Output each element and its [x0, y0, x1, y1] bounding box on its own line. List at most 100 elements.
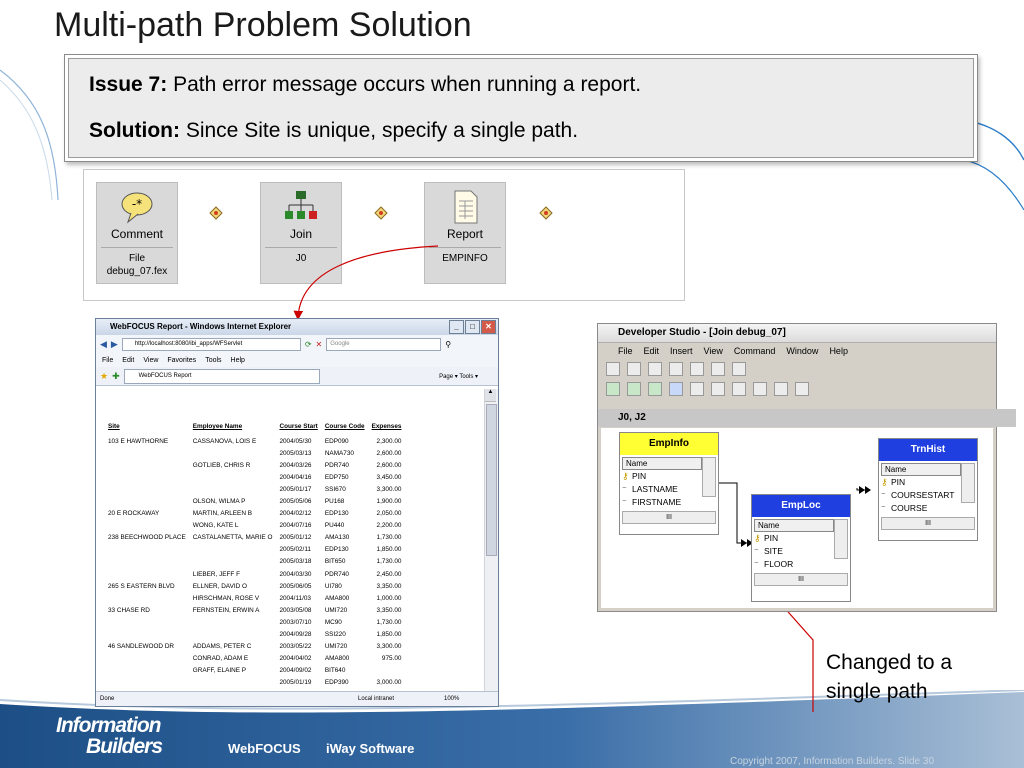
table-cell: PU440	[324, 522, 345, 530]
table-cell	[108, 447, 193, 459]
table-cell	[108, 483, 193, 495]
table-cell: EDP130	[324, 546, 349, 554]
search-field[interactable]: Google	[326, 337, 442, 351]
url-field[interactable]: http://localhost:8080/ibi_apps/WFServlet	[121, 337, 301, 351]
table-cell: EDP130	[324, 510, 349, 518]
menu-favorites[interactable]: Favorites	[167, 357, 196, 364]
table-row: 2005/01/19 EDP390 3,000.00	[108, 677, 408, 689]
maximize-button[interactable]: □	[465, 320, 480, 334]
segment-scrollbar[interactable]	[834, 519, 848, 559]
table-cell	[108, 592, 193, 604]
table-cell: 2,450.00	[376, 570, 402, 578]
ds-menu-edit[interactable]: Edit	[644, 346, 660, 356]
segment-hscrollbar[interactable]: III	[622, 511, 716, 524]
toolbar-button-icon[interactable]	[669, 362, 683, 376]
table-cell: 2,300.00	[376, 437, 402, 445]
toolbar-button-icon[interactable]	[711, 362, 725, 376]
table-cell: 2004/04/16	[279, 473, 312, 481]
status-zoom[interactable]: 100%	[444, 692, 459, 706]
menu-view[interactable]: View	[143, 357, 158, 364]
filter-icon[interactable]	[711, 382, 725, 396]
forward-icon[interactable]: ▶	[111, 339, 118, 350]
field-item[interactable]: ⁻ FLOOR	[752, 558, 850, 571]
table-row: 33 CHASE RD FERNSTEIN, ERWIN A 2003/05/08 U…	[108, 604, 408, 616]
table-cell: EDP750	[324, 473, 349, 481]
refresh-icon[interactable]: ⟳	[305, 340, 312, 349]
table-cell: 2004/09/02	[279, 667, 312, 675]
table-cell	[372, 665, 409, 677]
toolbar-button-icon[interactable]	[627, 362, 641, 376]
join-tool-icon[interactable]	[606, 382, 620, 396]
report-table: Site Employee Name Course Start Course Code…	[108, 423, 408, 689]
toolbar-button-icon[interactable]	[648, 362, 662, 376]
tab-webfocus-report[interactable]: WebFOCUS Report	[123, 368, 320, 384]
table-row: WONG, KATE L 2004/07/16 PU440 2,200.00	[108, 520, 408, 532]
segment-scrollbar[interactable]	[961, 463, 975, 503]
minimize-button[interactable]: _	[449, 320, 464, 334]
ds-menu-window[interactable]: Window	[786, 346, 818, 356]
vertical-scrollbar[interactable]: ▲	[484, 389, 498, 691]
segment-hscrollbar[interactable]: III	[881, 517, 975, 530]
menu-edit[interactable]: Edit	[122, 357, 134, 364]
table-cell: ADDAMS, PETER C	[192, 643, 252, 651]
column-header: Name	[754, 519, 834, 532]
ds-menu-view[interactable]: View	[704, 346, 723, 356]
ds-menu-help[interactable]: Help	[829, 346, 848, 356]
menu-file[interactable]: File	[102, 357, 113, 364]
segment-scrollbar[interactable]	[702, 457, 716, 497]
toolbar-button-icon[interactable]	[606, 362, 620, 376]
menu-tools[interactable]: Tools	[205, 357, 221, 364]
segment-hscrollbar[interactable]: III	[754, 573, 848, 586]
table-cell: 2004/04/02	[279, 655, 312, 663]
table-cell: 2,600.00	[376, 449, 402, 457]
ds-menu-file[interactable]: File	[618, 346, 633, 356]
table-cell	[193, 447, 280, 459]
table-cell	[108, 459, 193, 471]
toolbar-button-icon[interactable]	[795, 382, 809, 396]
segment-trnhist[interactable]: TrnHist Name ⚷ PIN ⁻ COURSESTART ⁻ COURSE I…	[878, 438, 978, 541]
table-cell: 3,450.00	[376, 473, 402, 481]
delete-icon[interactable]	[690, 382, 704, 396]
table-cell: 3,350.00	[376, 582, 402, 590]
join-tool-icon[interactable]	[627, 382, 641, 396]
table-row: 265 S EASTERN BLVD ELLNER, DAVID O 2005/06…	[108, 580, 408, 592]
report-column-header: Course Start	[279, 423, 318, 430]
ie-tabbar: ★ ✚ WebFOCUS Report Page ▾ Tools ▾	[96, 367, 498, 386]
table-row: GRAFF, ELAINE P 2004/09/02 BIT640	[108, 665, 408, 677]
toolbar-button-icon[interactable]	[732, 382, 746, 396]
ds-menu-insert[interactable]: Insert	[670, 346, 693, 356]
menu-help[interactable]: Help	[231, 357, 245, 364]
field-item[interactable]: ⁻ FIRSTNAME	[620, 496, 718, 509]
ds-toolbar-1	[598, 359, 996, 379]
table-cell: NAMA730	[324, 449, 354, 457]
toolbar-button-icon[interactable]	[690, 362, 704, 376]
back-icon[interactable]: ◀	[100, 339, 107, 350]
toolbar-button-icon[interactable]	[753, 382, 767, 396]
ie-report-window: WebFOCUS Report - Windows Internet Explo…	[95, 318, 499, 707]
field-item[interactable]: ⁻ COURSE	[879, 502, 977, 515]
status-zone: Local intranet	[358, 696, 395, 702]
table-cell	[193, 629, 280, 641]
field-icon: ⁻	[754, 559, 759, 569]
join-canvas: EmpInfo Name ⚷ PIN ⁻ LASTNAME ⁻ FIRSTNAME I…	[601, 428, 993, 608]
table-cell: 1,000.00	[376, 594, 402, 602]
table-row: GOTLIEB, CHRIS R 2004/03/26 PDR740 2,600.00	[108, 459, 408, 471]
table-cell: SSI220	[324, 631, 346, 639]
table-cell: 3,000.00	[376, 679, 402, 687]
segment-emploc[interactable]: EmpLoc Name ⚷ PIN ⁻ SITE ⁻ FLOOR III	[751, 494, 851, 602]
report-column-header: Course Code	[324, 423, 365, 430]
ie-command-bar[interactable]: Page ▾ Tools ▾	[439, 373, 498, 380]
run-icon[interactable]	[669, 382, 683, 396]
segment-empinfo[interactable]: EmpInfo Name ⚷ PIN ⁻ LASTNAME ⁻ FIRSTNAME I…	[619, 432, 719, 535]
table-cell: 2005/03/18	[279, 558, 312, 566]
table-cell: 2,600.00	[376, 461, 402, 469]
stop-icon[interactable]: ✕	[316, 340, 323, 349]
close-button[interactable]: ✕	[481, 320, 496, 334]
ds-menu-command[interactable]: Command	[734, 346, 776, 356]
search-icon[interactable]: ⚲	[445, 340, 451, 349]
join-tool-icon[interactable]	[648, 382, 662, 396]
favorites-star-icon[interactable]: ★	[100, 371, 108, 382]
toolbar-button-icon[interactable]	[774, 382, 788, 396]
add-favorite-icon[interactable]: ✚	[112, 371, 120, 382]
toolbar-button-icon[interactable]	[732, 362, 746, 376]
